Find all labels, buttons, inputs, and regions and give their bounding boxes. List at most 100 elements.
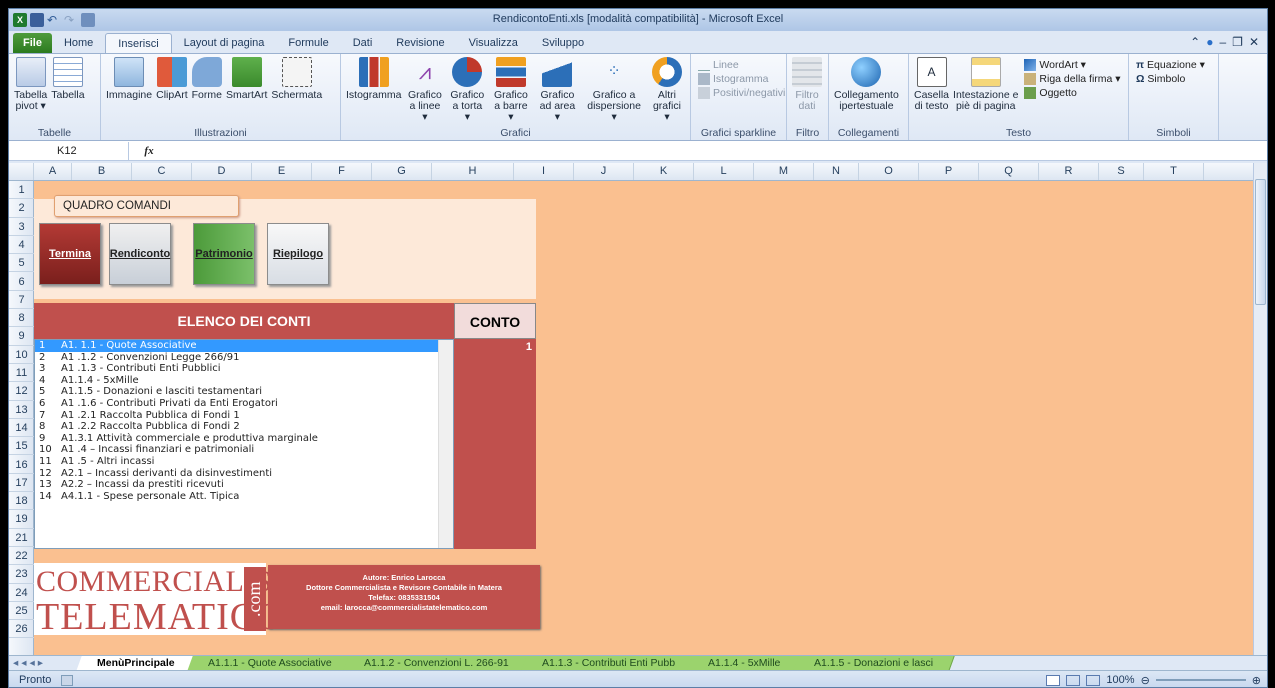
sparkline-column-button[interactable]: Istogramma [698, 73, 785, 85]
column-header[interactable]: Q [979, 163, 1039, 180]
row-header[interactable]: 2 [9, 199, 34, 218]
column-header[interactable]: N [814, 163, 859, 180]
select-all-corner[interactable] [9, 163, 34, 180]
termina-button[interactable]: Termina [39, 223, 101, 285]
minimize-ribbon-icon[interactable]: ⌃ [1190, 35, 1200, 49]
column-header[interactable]: G [372, 163, 432, 180]
page-break-view-icon[interactable] [1086, 674, 1101, 686]
list-item[interactable]: 5 A1.1.5 - Donazioni e lasciti testamenta… [35, 386, 453, 398]
tab-dati[interactable]: Dati [341, 33, 385, 53]
page-layout-view-icon[interactable] [1066, 674, 1081, 686]
row-header[interactable]: 9 [9, 327, 34, 346]
patrimonio-button[interactable]: Patrimonio [193, 223, 255, 285]
row-header[interactable]: 3 [9, 218, 34, 236]
tab-visualizza[interactable]: Visualizza [457, 33, 530, 53]
column-header[interactable]: I [514, 163, 574, 180]
row-header[interactable]: 16 [9, 456, 34, 474]
column-header[interactable]: J [574, 163, 634, 180]
list-item[interactable]: 13 A2.2 – Incassi da prestiti ricevuti [35, 479, 453, 491]
row-header[interactable]: 17 [9, 474, 34, 493]
row-header[interactable]: 14 [9, 419, 34, 438]
tab-layout[interactable]: Layout di pagina [172, 33, 277, 53]
wordart-button[interactable]: WordArt ▾ [1024, 59, 1120, 71]
tab-inserisci[interactable]: Inserisci [105, 33, 172, 53]
help-icon[interactable]: ● [1206, 35, 1213, 49]
column-header[interactable]: R [1039, 163, 1099, 180]
restore-icon[interactable]: ❐ [1232, 35, 1243, 49]
list-item[interactable]: 1 A1. 1.1 - Quote Associative [35, 340, 453, 352]
column-header[interactable]: L [694, 163, 754, 180]
column-header[interactable]: H [432, 163, 514, 180]
sheet-tab[interactable]: A1.1.4 - 5xMille [687, 655, 803, 671]
column-header[interactable]: F [312, 163, 372, 180]
column-header[interactable]: C [132, 163, 192, 180]
row-header[interactable]: 21 [9, 529, 34, 547]
clipart-button[interactable]: ClipArt [154, 57, 190, 101]
sheet-tab[interactable]: A1.1.3 - Contributi Enti Pubb [521, 655, 697, 671]
rendiconto-button[interactable]: Rendiconto [109, 223, 171, 285]
column-header[interactable]: D [192, 163, 252, 180]
header-footer-button[interactable]: Intestazione e piè di pagina [951, 57, 1020, 112]
table-button[interactable]: Tabella [49, 57, 86, 101]
line-chart-button[interactable]: ⩘ Grafico a linee ▾ [403, 57, 446, 123]
list-item[interactable]: 3 A1 .1.3 - Contributi Enti Pubblici [35, 363, 453, 375]
tab-file[interactable]: File [13, 33, 52, 53]
row-header[interactable]: 25 [9, 602, 34, 621]
column-header[interactable]: B [72, 163, 132, 180]
list-item[interactable]: 14 A4.1.1 - Spese personale Att. Tipica [35, 491, 453, 503]
sheet-tab[interactable]: A1.1.5 - Donazioni e lasci [792, 655, 955, 671]
sheet-tab[interactable]: A1.1.1 - Quote Associative [186, 655, 354, 671]
column-header[interactable]: P [919, 163, 979, 180]
row-header[interactable]: 26 [9, 620, 34, 639]
name-box[interactable]: K12 [9, 141, 129, 160]
smartart-button[interactable]: SmartArt [224, 57, 269, 101]
function-icon[interactable]: fx [129, 145, 169, 157]
tab-revisione[interactable]: Revisione [384, 33, 456, 53]
row-header[interactable]: 1 [9, 181, 34, 200]
zoom-slider[interactable] [1155, 679, 1246, 681]
row-header[interactable]: 19 [9, 510, 34, 529]
column-header[interactable]: K [634, 163, 694, 180]
tab-formule[interactable]: Formule [276, 33, 340, 53]
column-header[interactable]: M [754, 163, 814, 180]
row-header[interactable]: 11 [9, 364, 34, 383]
other-charts-button[interactable]: Altri grafici ▾ [647, 57, 687, 123]
list-item[interactable]: 11 A1 .5 - Altri incassi [35, 456, 453, 468]
row-header[interactable]: 22 [9, 547, 34, 566]
listbox-scrollbar[interactable] [438, 340, 453, 548]
list-item[interactable]: 10 A1 .4 – Incassi finanziari e patrimoni… [35, 444, 453, 456]
bar-chart-button[interactable]: Grafico a barre ▾ [488, 57, 533, 123]
row-header[interactable]: 7 [9, 291, 34, 310]
list-item[interactable]: 7 A1 .2.1 Raccolta Pubblica di Fondi 1 [35, 410, 453, 422]
column-header[interactable]: S [1099, 163, 1144, 180]
normal-view-icon[interactable] [1046, 674, 1061, 686]
column-chart-button[interactable]: Istogramma [344, 57, 403, 101]
vertical-scrollbar[interactable] [1253, 163, 1267, 655]
row-header[interactable]: 6 [9, 273, 34, 291]
formula-input[interactable] [169, 142, 1267, 160]
scatter-chart-button[interactable]: ⁘ Grafico a dispersione ▾ [581, 57, 647, 123]
worksheet-grid[interactable]: ABCDEFGHIJKLMNOPQRST 1 2 3 4 5 6 7 8 9 10 11 12 13 14… [9, 163, 1255, 655]
hyperlink-button[interactable]: Collegamento ipertestuale [832, 57, 901, 112]
slicer-button[interactable]: Filtro dati [790, 57, 824, 112]
accounts-listbox[interactable]: 1 A1. 1.1 - Quote Associative 2 A1 .1.2 - C… [34, 339, 454, 549]
row-header[interactable]: 4 [9, 236, 34, 255]
textbox-button[interactable]: A Casella di testo [912, 57, 951, 112]
row-header[interactable]: 23 [9, 565, 34, 584]
minimize-icon[interactable]: – [1219, 35, 1226, 49]
symbol-button[interactable]: Ω Simbolo [1136, 73, 1205, 85]
sheet-tab-menu[interactable]: MenùPrincipale [76, 655, 197, 671]
equation-button[interactable]: π Equazione ▾ [1136, 59, 1205, 71]
list-item[interactable]: 4 A1.1.4 - 5xMille [35, 375, 453, 387]
shapes-button[interactable]: Forme [190, 57, 224, 101]
scroll-thumb[interactable] [1255, 179, 1266, 305]
list-item[interactable]: 2 A1 .1.2 - Convenzioni Legge 266/91 [35, 352, 453, 364]
zoom-level[interactable]: 100% [1106, 674, 1134, 686]
column-header[interactable]: E [252, 163, 312, 180]
row-header[interactable]: 15 [9, 437, 34, 456]
row-header[interactable]: 24 [9, 584, 34, 602]
list-item[interactable]: 9 A1.3.1 Attività commerciale e produttiv… [35, 433, 453, 445]
column-header[interactable]: T [1144, 163, 1204, 180]
sparkline-winloss-button[interactable]: Positivi/negativi [698, 87, 785, 99]
row-header[interactable]: 5 [9, 254, 34, 273]
